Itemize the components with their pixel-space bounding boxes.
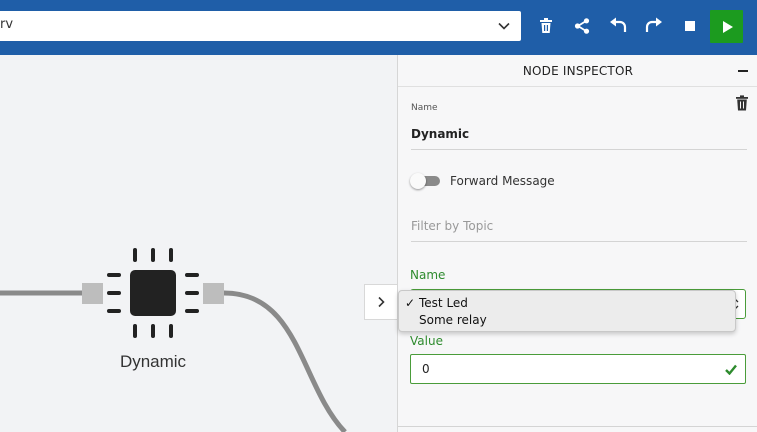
name-label: Name — [411, 103, 438, 113]
inspector-title: NODE INSPECTOR — [522, 64, 634, 78]
share-button[interactable] — [566, 10, 598, 42]
input-port[interactable] — [82, 283, 103, 304]
divider — [398, 426, 757, 427]
chip-icon[interactable] — [107, 248, 199, 338]
dropdown-option-test-led[interactable]: Test Led — [419, 296, 468, 310]
flow-wires — [0, 248, 347, 432]
minus-icon[interactable] — [738, 70, 748, 72]
inspector-header: NODE INSPECTOR — [398, 55, 757, 87]
device-name-label: Name — [410, 268, 446, 282]
stop-icon — [685, 21, 695, 31]
top-toolbar: rv — [0, 0, 757, 55]
checkmark-icon — [725, 364, 737, 375]
dropdown-option-some-relay[interactable]: Some relay — [419, 313, 487, 327]
stop-button[interactable] — [674, 10, 706, 42]
play-icon — [722, 20, 733, 33]
wire-out[interactable] — [223, 290, 347, 432]
device-name-dropdown: ✓ Test Led Some relay — [398, 290, 736, 332]
forward-message-toggle[interactable] — [410, 173, 442, 189]
check-icon: ✓ — [405, 296, 416, 310]
play-button[interactable] — [710, 10, 743, 43]
flow-select-value: rv — [0, 17, 14, 32]
topic-filter-input[interactable]: Filter by Topic — [411, 216, 747, 242]
undo-button[interactable] — [602, 10, 634, 42]
redo-button[interactable] — [638, 10, 670, 42]
forward-message-label: Forward Message — [450, 174, 555, 188]
share-icon — [574, 18, 590, 34]
chevron-right-icon — [378, 296, 385, 308]
flow-canvas[interactable]: Dynamic — [0, 55, 397, 432]
undo-icon — [610, 17, 627, 32]
node-inspector: NODE INSPECTOR Name Dynamic Forward Mess… — [397, 55, 757, 432]
output-port[interactable] — [203, 283, 224, 304]
expand-panel-button[interactable] — [364, 284, 398, 320]
value-input[interactable]: 0 — [410, 354, 746, 384]
name-field[interactable]: Dynamic — [411, 124, 747, 150]
value-text: 0 — [422, 362, 430, 376]
chevron-down-icon — [498, 22, 510, 30]
flow-select[interactable]: rv — [0, 11, 521, 41]
delete-flow-button[interactable] — [530, 10, 562, 42]
value-label: Value — [410, 334, 443, 348]
trash-icon[interactable] — [735, 95, 749, 111]
trash-icon — [540, 18, 552, 33]
redo-icon — [645, 17, 662, 32]
toggle-knob — [410, 173, 426, 189]
node-label: Dynamic — [119, 352, 187, 371]
